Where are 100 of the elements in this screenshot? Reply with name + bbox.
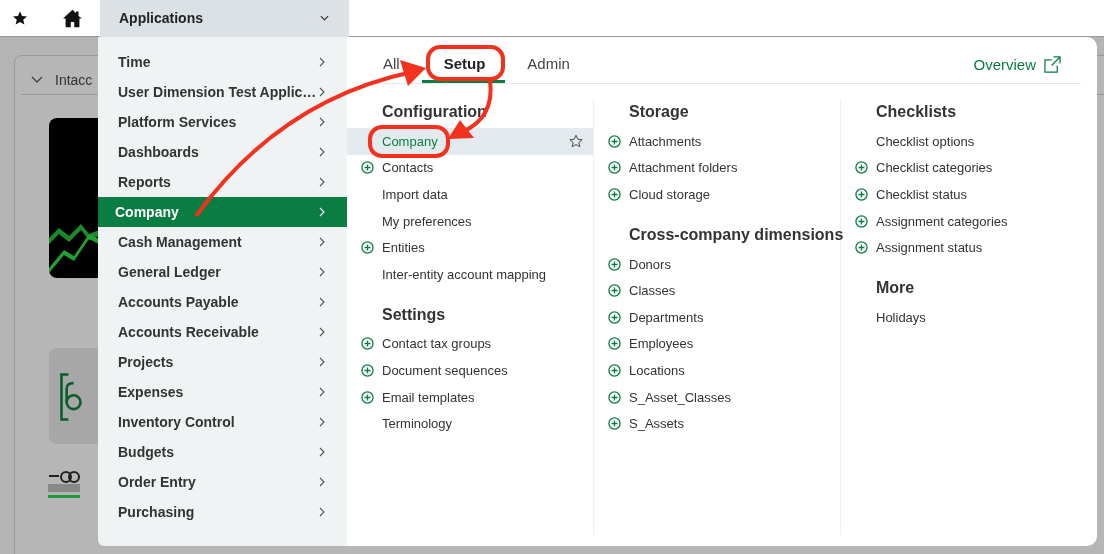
- add-icon[interactable]: [608, 363, 621, 377]
- menu-item-label: Dashboards: [118, 144, 199, 160]
- section-heading: Storage: [628, 102, 690, 122]
- add-icon[interactable]: [361, 241, 374, 255]
- app-menu-item[interactable]: Company: [98, 197, 347, 227]
- app-menu-item[interactable]: Dashboards: [98, 137, 347, 167]
- app-menu-item[interactable]: Expenses: [98, 377, 347, 407]
- item-label: Checklist categories: [876, 160, 993, 176]
- add-icon[interactable]: [855, 188, 868, 201]
- submenu-item[interactable]: Classes: [594, 277, 840, 304]
- item-label: S_Asset_Classes: [629, 389, 731, 405]
- add-icon[interactable]: [855, 241, 868, 255]
- item-label: Contacts: [382, 160, 434, 176]
- overview-link[interactable]: Overview: [973, 56, 1081, 83]
- submenu-item[interactable]: Email templates: [347, 383, 593, 411]
- star-outline-icon[interactable]: [569, 134, 583, 149]
- item-label: Locations: [629, 362, 685, 378]
- item-label: Assignment categories: [876, 213, 1008, 229]
- add-icon[interactable]: [608, 257, 621, 271]
- add-icon[interactable]: [608, 417, 621, 431]
- submenu-item[interactable]: Holidays: [841, 303, 1088, 331]
- chevron-right-icon: [319, 417, 325, 427]
- app-menu-item[interactable]: Projects: [98, 347, 347, 377]
- menu-item-label: User Dimension Test Applic…: [118, 84, 317, 100]
- app-menu-item[interactable]: User Dimension Test Applic…: [98, 77, 347, 107]
- submenu-item[interactable]: Import data: [347, 181, 593, 208]
- app-menu-item[interactable]: Reports: [98, 167, 347, 197]
- menu-item-label: Time: [118, 54, 151, 70]
- submenu-item[interactable]: Contact tax groups: [347, 330, 593, 358]
- app-menu-item[interactable]: Cash Management: [98, 227, 347, 257]
- section-heading: Settings: [381, 304, 447, 325]
- add-icon[interactable]: [361, 390, 374, 404]
- add-icon[interactable]: [608, 310, 621, 324]
- chevron-right-icon: [319, 177, 325, 187]
- add-icon[interactable]: [608, 134, 621, 148]
- app-menu-item[interactable]: Accounts Receivable: [98, 317, 347, 347]
- item-label: Checklist status: [876, 187, 968, 202]
- app-menu-item[interactable]: Budgets: [98, 437, 347, 467]
- item-label: Inter-entity account mapping: [382, 266, 547, 282]
- app-menu-item[interactable]: Accounts Payable: [98, 287, 347, 317]
- item-label: Classes: [629, 283, 676, 299]
- submenu-item[interactable]: Attachment folders: [594, 154, 840, 182]
- item-label: Departments: [629, 309, 704, 325]
- star-icon[interactable]: [12, 10, 28, 26]
- app-menu-item[interactable]: Order Entry: [98, 467, 347, 497]
- submenu-item[interactable]: Departments: [594, 303, 840, 331]
- submenu-item[interactable]: Contacts: [347, 154, 593, 182]
- tab[interactable]: Admin: [527, 55, 570, 73]
- item-label: S_Assets: [629, 416, 684, 432]
- submenu-item[interactable]: Document sequences: [347, 357, 593, 384]
- chevron-down-icon[interactable]: [31, 76, 43, 84]
- submenu-item[interactable]: Donors: [594, 250, 840, 278]
- item-label: My preferences: [382, 213, 472, 229]
- submenu-item[interactable]: Checklist categories: [841, 154, 1088, 182]
- home-icon[interactable]: [62, 8, 83, 28]
- submenu-item[interactable]: Entities: [347, 234, 593, 261]
- submenu-item[interactable]: Inter-entity account mapping: [347, 260, 593, 288]
- submenu-item[interactable]: Checklist options: [841, 128, 1088, 155]
- menu-item-label: Purchasing: [118, 504, 195, 520]
- item-label: Holidays: [876, 309, 926, 325]
- submenu-item[interactable]: S_Asset_Classes: [594, 383, 840, 411]
- chevron-right-icon: [319, 267, 325, 277]
- submenu-item[interactable]: Company: [347, 128, 593, 155]
- app-menu-item[interactable]: Purchasing: [98, 497, 347, 527]
- add-icon[interactable]: [608, 337, 621, 351]
- submenu-item[interactable]: My preferences: [347, 207, 593, 235]
- submenu-item[interactable]: Attachments: [594, 128, 840, 155]
- submenu-item[interactable]: Cloud storage: [594, 181, 840, 208]
- menu-item-label: Expenses: [118, 384, 184, 400]
- add-icon[interactable]: [608, 188, 621, 201]
- app-menu-item[interactable]: Inventory Control: [98, 407, 347, 437]
- add-icon[interactable]: [361, 363, 374, 377]
- submenu-item[interactable]: Checklist status: [841, 181, 1088, 208]
- add-icon[interactable]: [855, 161, 868, 175]
- menu-item-label: Order Entry: [118, 474, 196, 490]
- submenu-item[interactable]: Employees: [594, 330, 840, 358]
- menu-item-label: Inventory Control: [118, 414, 235, 430]
- card-title: Intacc: [55, 72, 93, 88]
- menu-item-label: Accounts Receivable: [118, 324, 259, 340]
- submenu-item[interactable]: Terminology: [347, 410, 593, 437]
- menu-item-label: Reports: [118, 174, 171, 190]
- submenu-item[interactable]: Locations: [594, 357, 840, 384]
- tab[interactable]: All: [383, 55, 400, 73]
- add-icon[interactable]: [361, 161, 374, 175]
- chevron-right-icon: [319, 477, 325, 487]
- app-menu-item[interactable]: Time: [98, 47, 347, 77]
- chevron-right-icon: [319, 507, 325, 517]
- submenu-item[interactable]: Assignment categories: [841, 207, 1088, 235]
- add-icon[interactable]: [361, 337, 374, 351]
- section-heading: More: [875, 277, 916, 298]
- add-icon[interactable]: [608, 390, 621, 404]
- glasses-icon: [48, 468, 80, 498]
- submenu-item[interactable]: S_Assets: [594, 410, 840, 437]
- add-icon[interactable]: [608, 284, 621, 298]
- app-menu-item[interactable]: Platform Services: [98, 107, 347, 137]
- item-label: Import data: [382, 187, 448, 202]
- add-icon[interactable]: [855, 214, 868, 228]
- applications-dropdown[interactable]: Applications: [100, 0, 349, 37]
- app-menu-item[interactable]: General Ledger: [98, 257, 347, 287]
- add-icon[interactable]: [608, 161, 621, 175]
